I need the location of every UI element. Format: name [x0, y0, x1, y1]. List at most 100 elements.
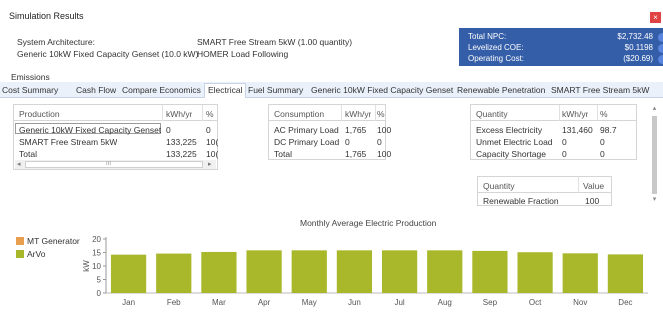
scroll-right-icon[interactable]: ▸: [208, 160, 212, 168]
production-table: Production kWh/yr % Generic 10kW Fixed C…: [13, 104, 218, 170]
quantity-table: Quantity kWh/yr % Excess Electricity 131…: [470, 104, 637, 160]
table-cell[interactable]: Total: [19, 149, 37, 159]
scroll-thumb[interactable]: III: [25, 161, 203, 168]
quantity-table-header: Quantity kWh/yr %: [471, 105, 636, 121]
legend-swatch-mt-generator: [16, 237, 24, 245]
tab-renewable-penetration[interactable]: Renewable Penetration: [457, 85, 545, 95]
x-tick-label: Dec: [618, 298, 632, 307]
x-tick-label: Mar: [212, 298, 226, 307]
table-cell[interactable]: DC Primary Load: [274, 137, 339, 147]
table-cell[interactable]: SMART Free Stream 5kW: [19, 137, 117, 147]
renewable-header-value: Value: [583, 181, 605, 191]
architecture-label: System Architecture:: [17, 37, 95, 47]
tab-smart-free-stream[interactable]: SMART Free Stream 5kW: [551, 85, 649, 95]
cost-summary-box: Total NPC: $2,732.48 Levelized COE: $0.1…: [459, 28, 663, 66]
legend-label: ArVo: [27, 249, 46, 259]
operating-cost-label: Operating Cost:: [468, 54, 525, 63]
x-tick-label: Apr: [258, 298, 271, 307]
tab-electrical[interactable]: Electrical: [204, 83, 247, 98]
bar-arvo[interactable]: [336, 250, 373, 293]
renewable-table-header: Quantity Value: [478, 177, 611, 193]
table-cell[interactable]: 133,225: [166, 149, 197, 159]
x-tick-label: Nov: [573, 298, 587, 307]
table-cell[interactable]: 0: [562, 149, 567, 159]
table-cell[interactable]: 0: [600, 149, 605, 159]
table-cell[interactable]: 1,765: [345, 125, 366, 135]
production-header-pct: %: [206, 109, 214, 119]
results-tab-bar: Cost Summary Cash Flow Compare Economics…: [0, 82, 663, 98]
table-cell[interactable]: 0: [166, 125, 171, 135]
bar-arvo[interactable]: [246, 250, 282, 293]
table-cell[interactable]: 0: [206, 125, 218, 135]
y-tick-label: 20: [92, 235, 101, 244]
y-tick-label: 10: [92, 262, 101, 271]
operating-cost-value: ($20.69): [623, 54, 653, 63]
table-cell[interactable]: 10(: [206, 149, 218, 159]
coe-value: $0.1198: [624, 43, 653, 52]
legend-item[interactable]: ArVo: [16, 249, 45, 259]
bar-arvo[interactable]: [381, 250, 418, 293]
y-tick-label: 5: [97, 276, 102, 285]
table-cell[interactable]: 98.7: [600, 125, 617, 135]
scroll-grip-icon: III: [106, 161, 112, 167]
coe-info-icon[interactable]: [658, 44, 663, 53]
bar-arvo[interactable]: [562, 253, 598, 293]
npc-label: Total NPC:: [468, 32, 507, 41]
architecture-value: SMART Free Stream 5kW (1.00 quantity): [197, 37, 353, 47]
renewable-header-name: Quantity: [483, 181, 515, 191]
bar-arvo[interactable]: [607, 254, 644, 293]
table-cell[interactable]: Excess Electricity: [476, 125, 542, 135]
scroll-up-icon[interactable]: ▴: [650, 104, 659, 113]
table-cell[interactable]: 0: [345, 137, 350, 147]
close-button[interactable]: ×: [650, 12, 661, 23]
architecture-strategy: HOMER Load Following: [197, 49, 289, 59]
operating-cost-info-icon[interactable]: [658, 55, 663, 64]
coe-label: Levelized COE:: [468, 43, 524, 52]
scroll-thumb[interactable]: [652, 116, 657, 194]
consumption-table-header: Consumption kWh/yr %: [269, 105, 385, 121]
table-cell[interactable]: 0: [377, 137, 382, 147]
table-cell[interactable]: Capacity Shortage: [476, 149, 546, 159]
bar-arvo[interactable]: [517, 252, 553, 293]
table-cell[interactable]: Unmet Electric Load: [476, 137, 553, 147]
x-tick-label: Oct: [529, 298, 542, 307]
y-tick-label: 0: [97, 289, 102, 298]
x-tick-label: Sep: [483, 298, 498, 307]
table-cell[interactable]: Total: [274, 149, 292, 159]
tab-genset[interactable]: Generic 10kW Fixed Capacity Genset: [311, 85, 453, 95]
table-cell[interactable]: 100: [377, 149, 391, 159]
scroll-down-icon[interactable]: ▾: [650, 195, 659, 204]
legend-item[interactable]: MT Generator: [16, 236, 80, 246]
vertical-scrollbar[interactable]: ▴ ▾: [650, 104, 659, 204]
bar-arvo[interactable]: [110, 254, 147, 293]
table-cell[interactable]: Generic 10kW Fixed Capacity Genset: [19, 125, 161, 135]
architecture-genset: Generic 10kW Fixed Capacity Genset (10.0…: [17, 49, 199, 59]
table-cell[interactable]: Renewable Fraction: [483, 196, 559, 206]
operating-cost-row: Operating Cost: ($20.69): [468, 54, 653, 64]
consumption-header-pct: %: [377, 109, 385, 119]
table-cell[interactable]: 0: [600, 137, 605, 147]
tab-cash-flow[interactable]: Cash Flow: [76, 85, 116, 95]
tab-fuel-summary[interactable]: Fuel Summary: [248, 85, 303, 95]
table-cell[interactable]: 133,225: [166, 137, 197, 147]
tab-cost-summary[interactable]: Cost Summary: [2, 85, 58, 95]
table-cell[interactable]: 100: [377, 125, 391, 135]
table-cell[interactable]: 100: [585, 196, 599, 206]
table-cell[interactable]: 1,765: [345, 149, 366, 159]
table-cell[interactable]: AC Primary Load: [274, 125, 339, 135]
table-cell[interactable]: 131,460: [562, 125, 593, 135]
production-horizontal-scrollbar[interactable]: ◂ III ▸: [15, 160, 216, 169]
bar-arvo[interactable]: [291, 250, 327, 293]
bar-arvo[interactable]: [472, 250, 508, 293]
table-cell[interactable]: 0: [562, 137, 567, 147]
bar-arvo[interactable]: [427, 250, 463, 293]
table-cell[interactable]: 10(: [206, 137, 218, 147]
emissions-link[interactable]: Emissions: [11, 72, 50, 82]
tab-compare-economics[interactable]: Compare Economics: [122, 85, 201, 95]
bar-arvo[interactable]: [156, 253, 192, 293]
scroll-left-icon[interactable]: ◂: [17, 160, 21, 168]
npc-info-icon[interactable]: [658, 33, 663, 42]
bar-arvo[interactable]: [201, 251, 237, 293]
production-table-header: Production kWh/yr %: [14, 105, 217, 121]
consumption-header-name: Consumption: [274, 109, 325, 119]
